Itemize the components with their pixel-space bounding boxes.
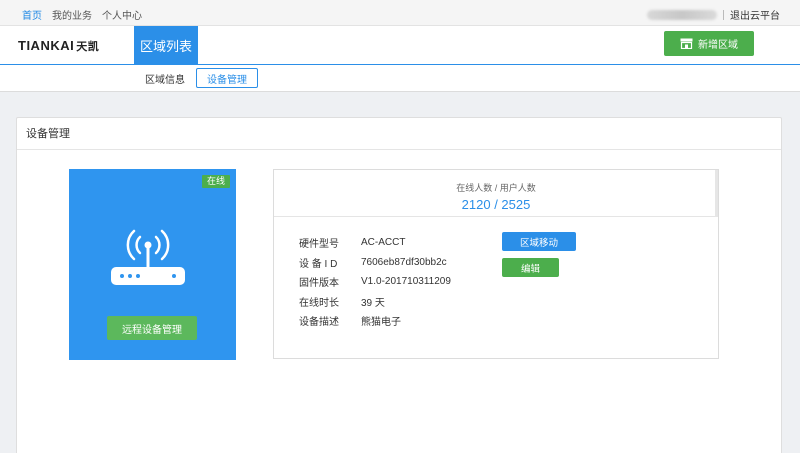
logout-link[interactable]: 退出云平台 xyxy=(730,7,780,22)
remote-device-management-button[interactable]: 远程设备管理 xyxy=(107,316,197,340)
info-row-firmware: 固件版本 V1.0-201710311209 xyxy=(299,272,451,292)
nav-my-business[interactable]: 我的业务 xyxy=(52,7,92,22)
header: TIANKAI 天凯 区域列表 新增区域 xyxy=(0,26,800,64)
info-value: 39 天 xyxy=(361,297,385,309)
username-blurred xyxy=(647,9,717,20)
online-stats: 在线人数 / 用户人数 2120 / 2525 xyxy=(274,170,718,217)
logo-text-cn: 天凯 xyxy=(76,41,100,53)
logo-text: TIANKAI xyxy=(18,38,75,53)
info-key: 硬件型号 xyxy=(299,239,339,251)
divider xyxy=(723,9,724,20)
move-region-button[interactable]: 区域移动 xyxy=(502,232,576,251)
sub-nav: 区域信息 设备管理 xyxy=(0,64,800,92)
device-info-list: 硬件型号 AC-ACCT 设 备 I D 7606eb87df30bb2c 固件… xyxy=(299,233,451,331)
info-value: 7606eb87df30bb2c xyxy=(361,256,447,268)
info-row-description: 设备描述 熊猫电子 xyxy=(299,311,451,331)
top-right: 退出云平台 xyxy=(647,7,780,22)
logo: TIANKAI 天凯 xyxy=(18,38,99,54)
device-card: 在线 远程设备管理 xyxy=(69,169,236,360)
device-panel: 设备管理 在线 远程设备管理 在线人数 / 用户人数 2120 / 2525 硬… xyxy=(16,117,782,453)
info-value: 熊猫电子 xyxy=(361,317,401,329)
top-nav: 首页 我的业务 个人中心 xyxy=(22,7,142,22)
edit-button[interactable]: 编辑 xyxy=(502,258,559,277)
info-key: 固件版本 xyxy=(299,278,339,290)
tab-region-list[interactable]: 区域列表 xyxy=(134,26,198,64)
tab-region-info[interactable]: 区域信息 xyxy=(140,68,190,88)
info-row-model: 硬件型号 AC-ACCT xyxy=(299,233,451,253)
stats-label: 在线人数 / 用户人数 xyxy=(456,183,536,193)
router-icon xyxy=(111,229,185,285)
info-key: 设备描述 xyxy=(299,317,339,329)
add-region-button[interactable]: 新增区域 xyxy=(664,31,754,56)
tab-device-management[interactable]: 设备管理 xyxy=(196,68,258,88)
nav-home[interactable]: 首页 xyxy=(22,7,42,22)
stats-value: 2120 / 2525 xyxy=(461,197,531,212)
panel-title: 设备管理 xyxy=(17,118,781,150)
info-row-uptime: 在线时长 39 天 xyxy=(299,292,451,312)
add-region-label: 新增区域 xyxy=(698,40,738,51)
scrollbar[interactable] xyxy=(715,170,718,217)
nav-personal-center[interactable]: 个人中心 xyxy=(102,7,142,22)
info-value: AC-ACCT xyxy=(361,237,406,249)
info-row-device-id: 设 备 I D 7606eb87df30bb2c xyxy=(299,253,451,273)
info-key: 设 备 I D xyxy=(299,258,338,270)
device-info-box: 在线人数 / 用户人数 2120 / 2525 硬件型号 AC-ACCT 设 备… xyxy=(273,169,719,359)
status-badge: 在线 xyxy=(201,175,230,188)
info-value: V1.0-201710311209 xyxy=(361,276,451,288)
info-key: 在线时长 xyxy=(299,297,339,309)
store-icon xyxy=(680,38,693,49)
top-bar: 首页 我的业务 个人中心 退出云平台 xyxy=(0,0,800,26)
